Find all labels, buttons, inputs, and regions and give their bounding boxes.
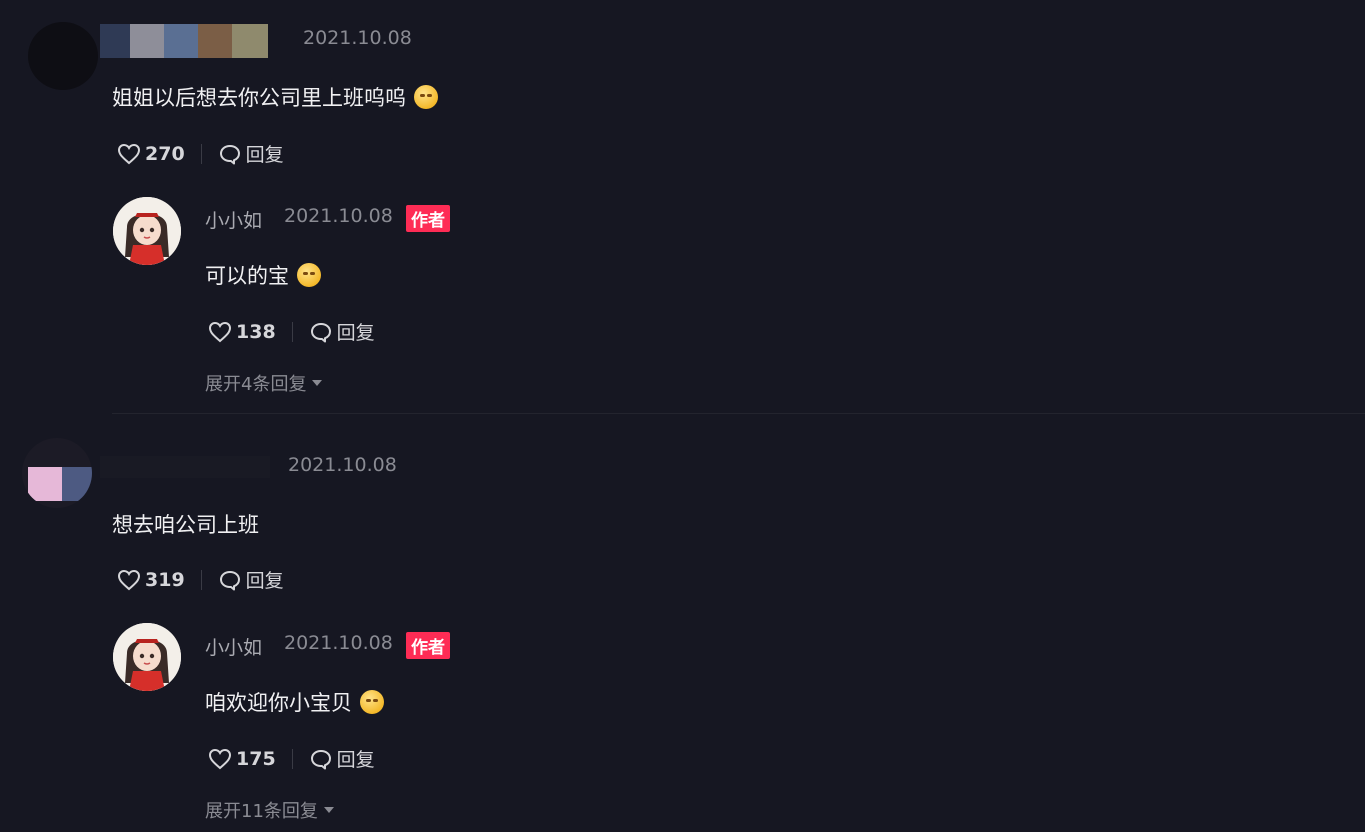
like-count: 319 [145, 568, 185, 591]
author-reply-text-body: 咱欢迎你小宝贝 [205, 691, 352, 715]
pleading-face-emoji-icon [414, 85, 438, 109]
expand-replies-button[interactable]: 展开11条回复 [205, 797, 334, 823]
reply-button[interactable]: 回复 [218, 566, 284, 593]
author-reply-actions: 138 回复 [208, 318, 375, 345]
author-reply-date: 2021.10.08 [284, 205, 393, 227]
comment-bubble-icon [310, 322, 331, 342]
divider [291, 748, 293, 769]
comment-text-body: 姐姐以后想去你公司里上班呜呜 [112, 86, 406, 110]
heart-icon [117, 569, 141, 590]
reply-label: 回复 [336, 322, 375, 344]
like-button[interactable]: 270 [117, 143, 185, 165]
author-avatar-illustration [113, 197, 181, 265]
smirk-emoji-icon [297, 263, 321, 287]
expand-replies-label: 展开4条回复 [205, 374, 307, 395]
comment-date: 2021.10.08 [288, 454, 397, 476]
like-button[interactable]: 319 [117, 569, 185, 591]
caret-down-icon [312, 380, 323, 386]
comment-actions: 270 回复 [117, 140, 284, 167]
reply-label: 回复 [336, 749, 375, 771]
author-avatar-illustration [113, 623, 181, 691]
thinking-face-emoji-icon [360, 690, 384, 714]
divider [291, 321, 293, 342]
comment-text: 想去咱公司上班 [112, 509, 259, 539]
comment-bubble-icon [219, 144, 240, 164]
heart-icon [208, 321, 232, 342]
heart-icon [117, 143, 141, 164]
like-count: 138 [236, 320, 276, 343]
commenter-avatar[interactable] [28, 22, 98, 90]
author-reply-text: 咱欢迎你小宝贝 [205, 687, 384, 717]
commenter-avatar[interactable] [22, 438, 92, 508]
like-button[interactable]: 138 [208, 321, 276, 343]
expand-replies-button[interactable]: 展开4条回复 [205, 370, 323, 396]
commenter-name-blurred[interactable] [100, 24, 268, 58]
author-reply-actions: 175 回复 [208, 745, 375, 772]
comment-bubble-icon [219, 570, 240, 590]
like-button[interactable]: 175 [208, 748, 276, 770]
author-reply-date: 2021.10.08 [284, 632, 393, 654]
divider [200, 569, 202, 590]
reply-button[interactable]: 回复 [218, 140, 284, 167]
comment-actions: 319 回复 [117, 566, 284, 593]
comment-date: 2021.10.08 [303, 27, 412, 49]
reply-label: 回复 [245, 144, 284, 166]
author-avatar[interactable] [113, 623, 181, 691]
heart-icon [208, 748, 232, 769]
reply-button[interactable]: 回复 [309, 745, 375, 772]
comment-divider [112, 413, 1365, 414]
author-avatar[interactable] [113, 197, 181, 265]
author-name[interactable]: 小小如 [205, 206, 262, 233]
commenter-name-blurred[interactable] [100, 456, 270, 478]
reply-label: 回复 [245, 570, 284, 592]
author-reply-text-body: 可以的宝 [205, 264, 289, 288]
author-badge: 作者 [406, 205, 450, 232]
comment-bubble-icon [310, 749, 331, 769]
like-count: 175 [236, 747, 276, 770]
expand-replies-label: 展开11条回复 [205, 801, 318, 822]
author-badge: 作者 [406, 632, 450, 659]
reply-button[interactable]: 回复 [309, 318, 375, 345]
comment-text: 姐姐以后想去你公司里上班呜呜 [112, 82, 438, 112]
divider [200, 143, 202, 164]
caret-down-icon [323, 807, 334, 813]
like-count: 270 [145, 142, 185, 165]
author-reply-text: 可以的宝 [205, 260, 321, 290]
author-name[interactable]: 小小如 [205, 633, 262, 660]
comment-text-body: 想去咱公司上班 [112, 513, 259, 537]
